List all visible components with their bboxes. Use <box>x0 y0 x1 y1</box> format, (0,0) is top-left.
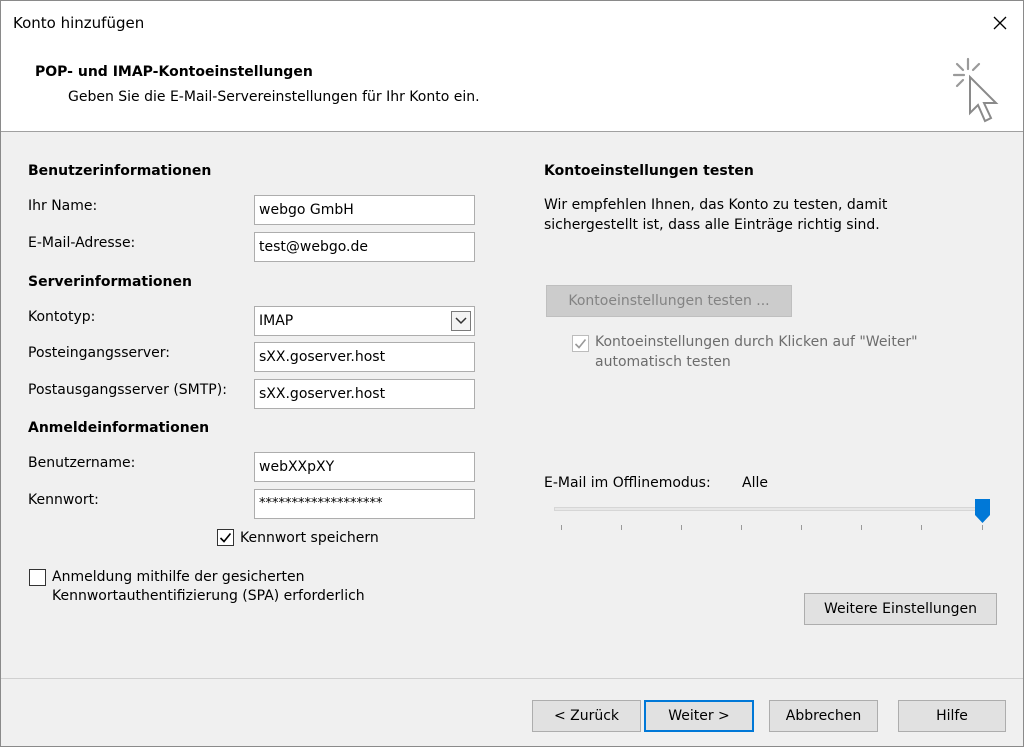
account-type-select[interactable]: IMAP <box>254 306 475 336</box>
page-subtitle: Geben Sie die E-Mail-Servereinstellungen… <box>68 89 480 105</box>
name-label: Ihr Name: <box>28 198 98 214</box>
dialog-header: POP- und IMAP-Kontoeinstellungen Geben S… <box>1 45 1023 132</box>
server-info-section-title: Serverinformationen <box>28 274 192 290</box>
page-title: POP- und IMAP-Kontoeinstellungen <box>35 64 313 80</box>
chevron-down-icon <box>455 317 467 325</box>
slider-tick <box>921 525 922 530</box>
login-info-section-title: Anmeldeinformationen <box>28 420 210 436</box>
username-input[interactable]: webXXpXY <box>254 452 475 482</box>
slider-tick <box>681 525 682 530</box>
checkmark-icon <box>219 532 232 543</box>
spa-label-line2: Kennwortauthentifizierung (SPA) erforder… <box>52 588 365 604</box>
add-account-dialog: Konto hinzufügen POP- und IMAP-Kontoeins… <box>0 0 1024 747</box>
help-button[interactable]: Hilfe <box>898 700 1006 732</box>
offline-slider-thumb[interactable] <box>975 499 990 523</box>
test-account-button[interactable]: Kontoeinstellungen testen ... <box>546 285 792 317</box>
test-desc-line1: Wir empfehlen Ihnen, das Konto zu testen… <box>544 197 888 213</box>
checkmark-icon <box>574 338 587 349</box>
slider-tick <box>741 525 742 530</box>
test-desc-line2: sichergestellt ist, dass alle Einträge r… <box>544 217 880 233</box>
user-info-section-title: Benutzerinformationen <box>28 163 212 179</box>
dropdown-arrow[interactable] <box>451 311 471 331</box>
slider-tick <box>561 525 562 530</box>
title-bar: Konto hinzufügen <box>1 1 1023 45</box>
next-button[interactable]: Weiter > <box>644 700 754 732</box>
close-icon <box>993 16 1007 30</box>
window-title: Konto hinzufügen <box>13 14 145 32</box>
email-input[interactable]: test@webgo.de <box>254 232 475 262</box>
remember-password-checkbox[interactable] <box>217 529 234 546</box>
incoming-server-label: Posteingangsserver: <box>28 345 170 361</box>
email-label: E-Mail-Adresse: <box>28 235 136 251</box>
account-type-value: IMAP <box>259 313 294 329</box>
slider-tick <box>982 525 983 530</box>
password-input[interactable]: ******************* <box>254 489 475 519</box>
name-input[interactable]: webgo GmbH <box>254 195 475 225</box>
outgoing-server-input[interactable]: sXX.goserver.host <box>254 379 475 409</box>
offline-mode-value: Alle <box>742 475 768 491</box>
account-type-label: Kontotyp: <box>28 309 96 325</box>
remember-password-label: Kennwort speichern <box>240 530 379 546</box>
offline-mode-label: E-Mail im Offlinemodus: <box>544 475 711 491</box>
slider-tick <box>801 525 802 530</box>
offline-slider-track[interactable] <box>554 507 984 511</box>
more-settings-button[interactable]: Weitere Einstellungen <box>804 593 997 625</box>
footer-divider <box>1 678 1023 679</box>
cursor-click-icon <box>952 57 999 123</box>
cancel-button[interactable]: Abbrechen <box>769 700 878 732</box>
auto-test-checkbox[interactable] <box>572 335 589 352</box>
spa-label-line1: Anmeldung mithilfe der gesicherten <box>52 569 305 585</box>
slider-tick <box>861 525 862 530</box>
back-button[interactable]: < Zurück <box>532 700 641 732</box>
slider-tick <box>621 525 622 530</box>
auto-test-label-line2: automatisch testen <box>595 354 731 370</box>
spa-checkbox[interactable] <box>29 569 46 586</box>
auto-test-label-line1: Kontoeinstellungen durch Klicken auf "We… <box>595 334 918 350</box>
close-button[interactable] <box>977 1 1023 45</box>
outgoing-server-label: Postausgangsserver (SMTP): <box>28 382 227 398</box>
password-label: Kennwort: <box>28 492 99 508</box>
test-settings-section-title: Kontoeinstellungen testen <box>544 163 754 179</box>
incoming-server-input[interactable]: sXX.goserver.host <box>254 342 475 372</box>
username-label: Benutzername: <box>28 455 136 471</box>
